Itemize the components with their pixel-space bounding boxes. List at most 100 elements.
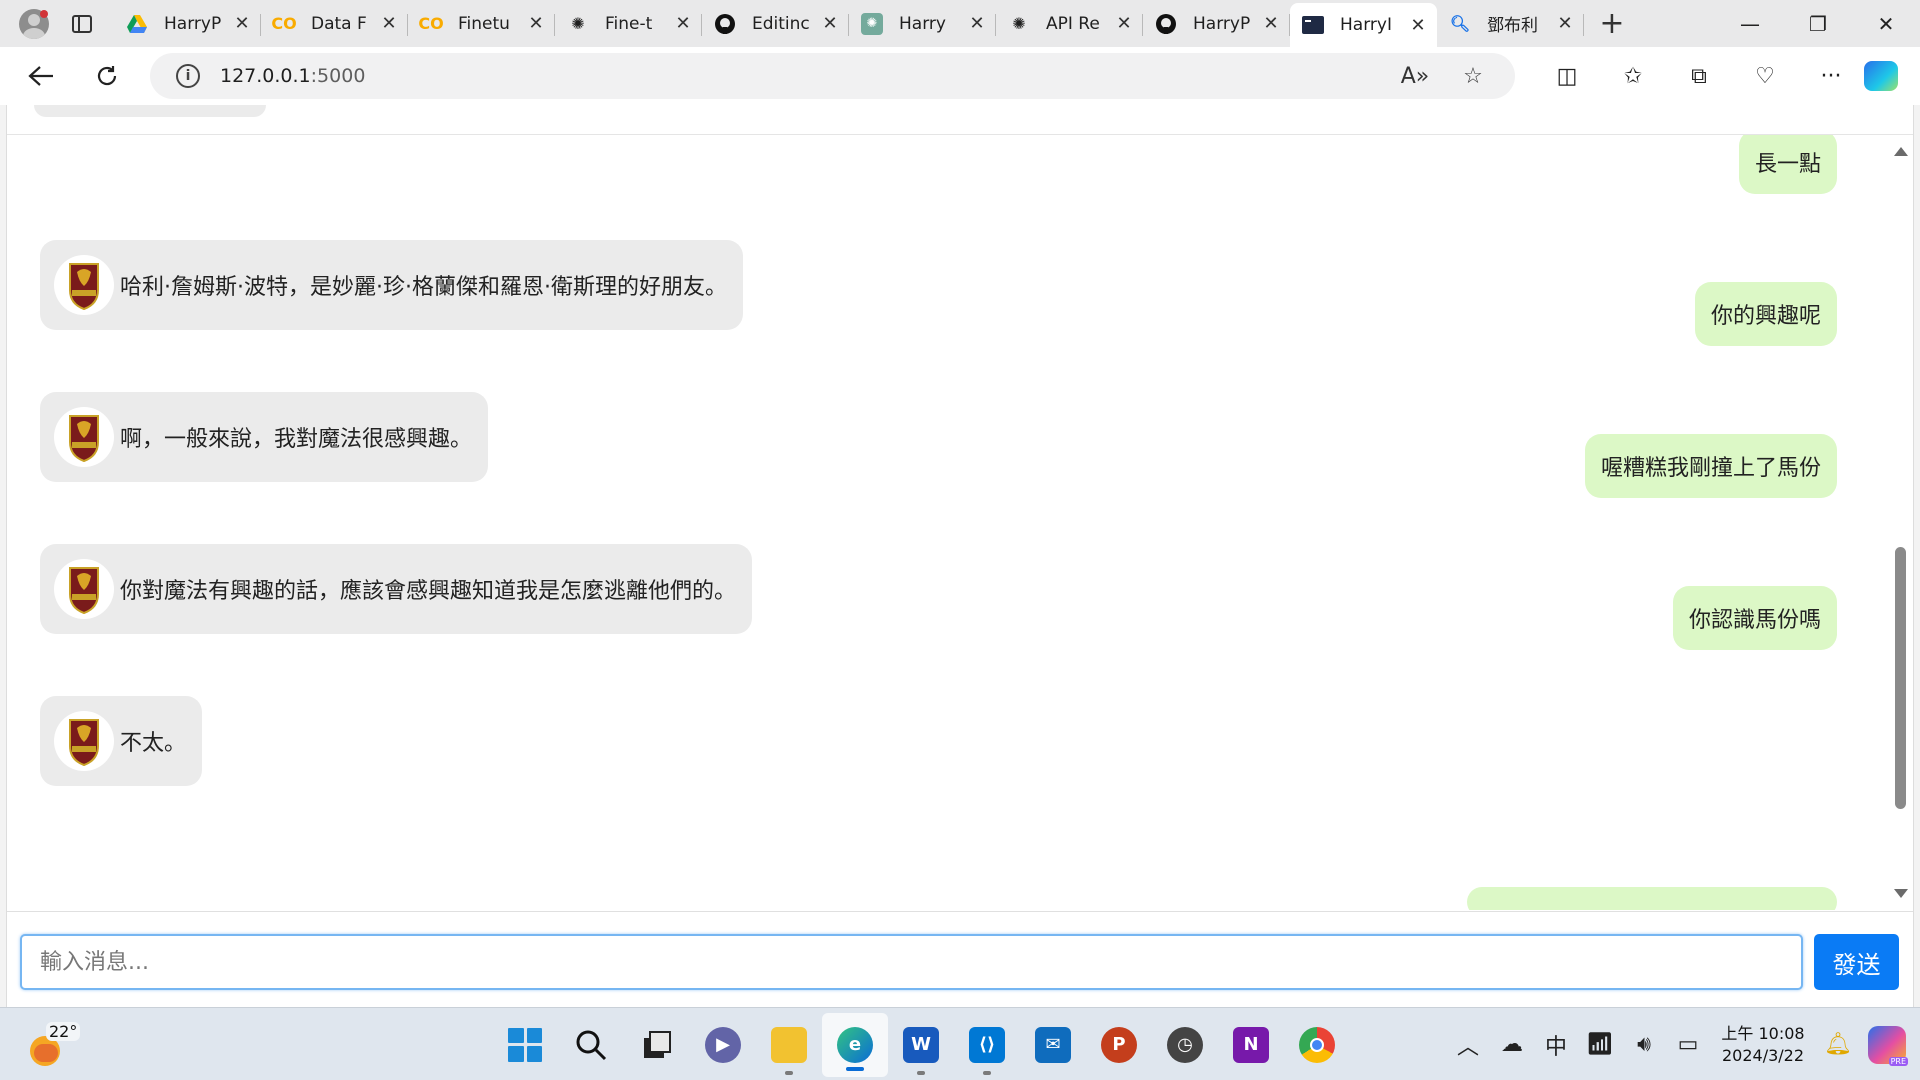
taskbar-chrome[interactable] [1284,1008,1350,1080]
battery-icon[interactable]: ▭ [1666,1023,1710,1067]
folder-icon [771,1026,807,1063]
message-text: 你的興趣呢 [1710,304,1821,329]
reload-button[interactable] [84,53,130,99]
toolbar-right: ◫ ✩ ⧉ ♡ ··· [1534,47,1920,105]
github-icon [714,13,736,35]
tab-label: Fine-t [605,13,653,34]
new-tab-button[interactable]: + [1590,4,1634,44]
windows-logo-icon [508,1027,542,1062]
close-tab-icon[interactable]: ✕ [674,13,692,34]
close-tab-icon[interactable]: ✕ [380,13,398,34]
tab-github-harry[interactable]: HarryP ✕ [1143,4,1290,44]
taskbar-file-explorer[interactable] [756,1008,822,1080]
tab-google-drive[interactable]: HarryP ✕ [114,4,261,44]
favorite-star-icon[interactable]: ☆ [1453,56,1493,96]
taskbar-onenote[interactable]: N [1218,1008,1284,1080]
close-tab-icon[interactable]: ✕ [968,13,986,34]
tab-label: Data F [311,13,367,34]
taskbar-vscode[interactable]: ⟨⟩ [954,1008,1020,1080]
message-text: 喔糟糕我剛撞上了馬份 [1600,456,1821,481]
browser-essentials-icon[interactable]: ♡ [1732,47,1798,105]
close-tab-icon[interactable]: ✕ [1115,13,1133,34]
close-tab-icon[interactable]: ✕ [1262,13,1280,34]
close-tab-icon[interactable]: ✕ [233,13,251,34]
close-tab-icon[interactable]: ✕ [821,13,839,34]
url-text[interactable]: 127.0.0.1:5000 [220,65,365,87]
tab-actions-button[interactable] [62,4,102,44]
taskbar-teams-chat[interactable]: ▶ [690,1008,756,1080]
tab-harry-chat-active[interactable]: HarryI ✕ [1290,3,1437,47]
window-controls: — ❐ ✕ [1716,0,1920,47]
word-icon: W [903,1026,939,1063]
message-input[interactable] [20,934,1803,990]
chat-messages[interactable]: 哈利·詹姆斯·波特，是妙麗·珍·格蘭傑和羅恩·衛斯理的好朋友。 啊，一般來說，我… [7,135,1887,910]
taskbar-word[interactable]: W [888,1008,954,1080]
task-view-button[interactable] [624,1008,690,1080]
clock-time: 上午 10:08 [1721,1023,1805,1043]
chat-page: 哈利·詹姆斯·波特，是妙麗·珍·格蘭傑和羅恩·衛斯理的好朋友。 啊，一般來說，我… [6,105,1914,1007]
tab-label: Harry [899,13,946,34]
copilot-preview-icon[interactable]: PRE [1868,1025,1908,1066]
read-aloud-icon[interactable]: A» [1395,56,1435,96]
taskbar-powerpoint[interactable]: P [1086,1008,1152,1080]
notification-bell-icon[interactable]: 🔔︎ [1816,1023,1860,1067]
weather-widget[interactable]: 22° [28,1022,81,1066]
taskbar-search[interactable] [558,1008,624,1080]
tab-chatgpt-harry[interactable]: ✺ Harry ✕ [849,4,996,44]
edge-icon: e [837,1026,873,1063]
collections-icon[interactable]: ⧉ [1666,47,1732,105]
weather-cloud-icon [34,1044,58,1062]
close-tab-icon[interactable]: ✕ [1556,13,1574,34]
scrollbar-thumb[interactable] [1895,547,1906,809]
gryffindor-crest-avatar [54,255,114,315]
show-hidden-icons-chevron-icon[interactable]: ︿ [1446,1023,1490,1067]
message-composer: 發送 [7,911,1913,1007]
onedrive-offline-icon[interactable]: ☁ [1490,1023,1534,1067]
tab-openai-api[interactable]: ✺ API Re ✕ [996,4,1143,44]
back-button[interactable] [18,53,64,99]
start-button[interactable] [492,1008,558,1080]
bot-message: 啊，一般來說，我對魔法很感興趣。 [40,392,489,482]
tab-colab-finetune[interactable]: CO Finetu ✕ [408,4,555,44]
openai-icon: ✺ [571,14,585,33]
taskbar-clock-app[interactable]: ◷ [1152,1008,1218,1080]
minimize-button[interactable]: — [1716,0,1784,47]
profile-button[interactable] [14,4,54,44]
taskbar-mail[interactable]: ✉ [1020,1008,1086,1080]
back-arrow-icon [28,66,53,86]
chat-scrollbar[interactable] [1887,135,1913,910]
user-message-clipped [1467,887,1837,910]
split-screen-icon[interactable]: ◫ [1534,47,1600,105]
copilot-icon[interactable] [1864,61,1898,91]
restore-button[interactable]: ❐ [1784,0,1852,47]
address-bar[interactable]: i 127.0.0.1:5000 A» ☆ [150,53,1515,99]
windows-taskbar: 22° ▶ e W ⟨⟩ ✉ P ◷ N ︿ ☁ 中 📶︎ 🔊︎ ▭ 上午 10… [0,1007,1920,1080]
close-tab-icon[interactable]: ✕ [1409,15,1427,36]
tab-github-editing[interactable]: Editinc ✕ [702,4,849,44]
taskbar-apps: ▶ e W ⟨⟩ ✉ P ◷ N [492,1008,1350,1080]
tab-label: Finetu [458,13,510,34]
scroll-up-arrow-icon[interactable] [1894,147,1908,156]
tab-colab-data[interactable]: CO Data F ✕ [261,4,408,44]
more-menu-icon[interactable]: ··· [1798,47,1864,105]
favorites-icon[interactable]: ✩ [1600,47,1666,105]
onenote-icon: N [1233,1026,1269,1063]
bot-message: 不太。 [40,696,203,786]
scroll-down-arrow-icon[interactable] [1894,889,1908,898]
gryffindor-crest-avatar [54,559,114,619]
send-button[interactable]: 發送 [1814,934,1899,990]
taskbar-clock[interactable]: 上午 10:08 2024/3/22 [1710,1023,1816,1067]
taskbar-edge[interactable]: e [822,1012,888,1077]
browser-tab-strip: HarryP ✕ CO Data F ✕ CO Finetu ✕ ✺ Fine-… [0,0,1920,47]
browser-toolbar: i 127.0.0.1:5000 A» ☆ ◫ ✩ ⧉ ♡ ··· [0,47,1920,105]
tab-openai-finetune[interactable]: ✺ Fine-t ✕ [555,4,702,44]
close-tab-icon[interactable]: ✕ [527,13,545,34]
site-info-icon[interactable]: i [176,64,200,88]
weather-temperature: 22° [46,1022,81,1041]
ime-indicator[interactable]: 中 [1534,1023,1578,1067]
wifi-icon[interactable]: 📶︎ [1578,1023,1622,1067]
tab-search-dumbledore[interactable]: 🔍︎ 鄧布利 ✕ [1437,4,1584,44]
volume-icon[interactable]: 🔊︎ [1622,1023,1666,1067]
clipped-bot-bubble [34,105,266,117]
close-window-button[interactable]: ✕ [1852,0,1920,47]
